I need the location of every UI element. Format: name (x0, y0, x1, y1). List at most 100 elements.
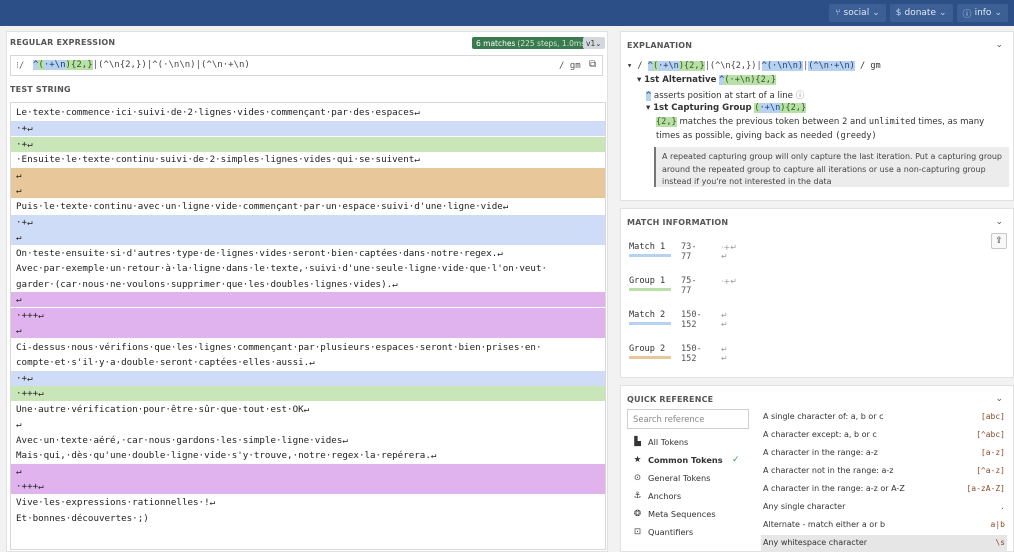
reference-category[interactable]: ⊙ General Tokens (633, 473, 711, 483)
reference-row[interactable]: Alternate - match either a or b a|b (761, 517, 1007, 535)
info-button[interactable]: ⓘ info ⌄ (956, 4, 1008, 22)
reference-row[interactable]: A character in the range: a-z or A-Z [a-z… (761, 481, 1007, 499)
test-string-line[interactable]: ↵ (11, 292, 605, 307)
test-string-line[interactable]: Le·texte·commence·ici·suivi·de·2·lignes·… (11, 105, 605, 120)
quick-reference-panel: QUICK REFERENCE ⌄ Search reference ▙ All … (620, 385, 1014, 552)
circle-dot-icon: ⊙ (633, 473, 642, 483)
test-string-line[interactable]: Avec·un·texte·aéré,·car·nous·gardons·les… (11, 433, 605, 448)
copy-icon[interactable]: ⧉ (589, 59, 601, 72)
test-string-line[interactable]: Vive·les·expressions·rationnelles·!↵ (11, 495, 605, 510)
match-range: 150-152 (681, 344, 702, 364)
regex-flags[interactable]: / gm (559, 61, 581, 71)
capturing-group-node[interactable]: ▾ 1st Capturing Group (·+\n){2,} (646, 103, 807, 113)
reference-category[interactable]: ⚓ Anchors (633, 491, 681, 501)
test-string-line[interactable]: Mais·qui,·dès·qu'une·double·ligne·vide·s… (11, 448, 605, 463)
test-string-line[interactable]: Ci-dessus·nous·vérifions·que·les·lignes·… (11, 340, 605, 355)
test-string-line[interactable]: ↵ (11, 417, 605, 432)
info-icon: ⓘ (962, 9, 972, 20)
meta-icon: ❂ (633, 509, 642, 519)
reference-row[interactable]: Any single character. (761, 499, 1007, 517)
reference-category-label: Quantifiers (648, 527, 694, 537)
test-string-line[interactable]: ·+↵ (11, 137, 605, 152)
chevron-down-icon: ⌄ (994, 8, 1002, 18)
test-string-line[interactable]: ↵ (11, 323, 605, 338)
alternative-node[interactable]: ▾ 1st Alternative ^(·+\n){2,} (637, 75, 777, 85)
chevron-down-icon: ⌄ (595, 38, 602, 48)
test-string-line[interactable]: garder·(car·nous·ne·voulons·supprimer·qu… (11, 277, 605, 292)
test-string-line[interactable]: ·+++↵ (11, 479, 605, 494)
test-string-line[interactable]: ↵ (11, 168, 605, 183)
test-string-line[interactable]: Une·autre·vérification·pour·être·sûr·que… (11, 402, 605, 417)
reference-row[interactable]: A single character of: a, b or c [abc] (761, 409, 1007, 427)
test-string-line[interactable]: ·+++↵ (11, 386, 605, 401)
chevron-down-icon: ⌄ (939, 8, 947, 18)
match-info-row[interactable]: Match 1 73-77 ·+↵ ↵ (629, 242, 737, 262)
test-string-input[interactable]: Le·texte·commence·ici·suivi·de·2·lignes·… (10, 102, 606, 550)
match-label: Group 2 (629, 344, 671, 359)
anchor-icon: ⚓ (633, 491, 642, 501)
reference-code: [a-z] (980, 448, 1005, 457)
explanation-token: ^(·\n\n) (761, 61, 804, 71)
reference-category[interactable]: ⊡ Quantifiers (633, 527, 693, 537)
match-label: Match 1 (629, 242, 671, 257)
test-string-line[interactable]: ·+↵ (11, 121, 605, 136)
search-reference-input[interactable]: Search reference (627, 409, 749, 429)
regex-delimiter: ⁝/ (16, 61, 25, 71)
reference-description: Alternate - match either a or b (763, 520, 886, 529)
top-buttons: ⑂ social ⌄ $ donate ⌄ ⓘ info ⌄ (829, 4, 1008, 22)
reference-category[interactable]: ❂ Meta Sequences (633, 509, 716, 519)
reference-code: . (1000, 502, 1005, 511)
regex-token: ^(·\n\n) (152, 60, 196, 70)
test-string-line[interactable]: Puis·le·texte·continu·avec·un·ligne·vide… (11, 199, 605, 214)
reference-row[interactable]: Any whitespace character \s (761, 535, 1007, 552)
test-string-line[interactable]: ↵ (11, 183, 605, 198)
branch-icon: ⑂ (835, 8, 841, 18)
donate-button[interactable]: $ donate ⌄ (889, 4, 953, 22)
chevron-down-icon: ⌄ (872, 8, 880, 18)
reference-row[interactable]: A character not in the range: a-z [^a-z] (761, 463, 1007, 481)
reference-row[interactable]: A character except: a, b or c [^abc] (761, 427, 1007, 445)
test-string-line[interactable]: ·+++↵ (11, 308, 605, 323)
reference-row[interactable]: A character in the range: a-z [a-z] (761, 445, 1007, 463)
help-icon[interactable]: ⓘ (796, 91, 805, 101)
test-string-line[interactable]: compte·et·s'il·y·a·double·seront·captées… (11, 355, 605, 370)
quantifier-icon: ⊡ (633, 527, 642, 537)
donate-label: donate (904, 8, 936, 18)
match-info-row[interactable]: Match 2 150-152 ↵ ↵ (629, 310, 728, 330)
chevron-down-icon[interactable]: ⌄ (995, 394, 1003, 404)
explanation-root[interactable]: ▾ / ^(·+\n){2,}|(^\n{2,})|^(·\n\n)|(^\n·… (627, 61, 881, 71)
test-string-line[interactable]: ·+↵ (11, 371, 605, 386)
explanation-token: (^\n{2,}) (709, 61, 757, 71)
reference-code: a|b (990, 520, 1005, 529)
chevron-down-icon[interactable]: ⌄ (995, 40, 1003, 50)
reference-description: Any single character (763, 502, 846, 511)
social-button[interactable]: ⑂ social ⌄ (829, 4, 886, 22)
reference-code: \s (995, 538, 1005, 547)
chevron-down-icon[interactable]: ⌄ (995, 217, 1003, 227)
match-content: ↵ ↵ (721, 345, 728, 363)
reference-category[interactable]: ▙ All Tokens (633, 437, 688, 447)
reference-description: A single character of: a, b or c (763, 412, 884, 421)
match-content: ·+↵ ↵ (721, 243, 737, 261)
test-string-line[interactable]: On·teste·ensuite·si·d'autres·type·de·lig… (11, 246, 605, 261)
social-label: social (843, 8, 870, 18)
test-string-line[interactable]: ↵ (11, 230, 605, 245)
regex-pattern[interactable]: ^(·+\n){2,}|(^\n{2,})|^(·\n\n)|(^\n·+\n) (33, 60, 250, 70)
quantifier-explanation: {2,} matches the previous token between … (656, 117, 985, 127)
dollar-icon: $ (895, 8, 902, 18)
test-string-line[interactable]: Avec·par·exemple·un·retour·à·la·ligne·da… (11, 261, 605, 276)
reference-description: A character except: a, b or c (763, 430, 877, 439)
match-info-row[interactable]: Group 1 75-77 ·+↵ (629, 276, 737, 296)
regex-input[interactable]: ⁝/ ^(·+\n){2,}|(^\n{2,})|^(·\n\n)|(^\n·+… (10, 55, 603, 76)
flavor-selector[interactable]: v1 ⌄ (583, 37, 605, 49)
test-string-line[interactable]: ↵ (11, 464, 605, 479)
explanation-root-pattern: ^(·+\n){2,}|(^\n{2,})|^(·\n\n)|(^\n·+\n) (647, 61, 855, 71)
test-string-line[interactable]: ·Ensuite·le·texte·continu·suivi·de·2·sim… (11, 152, 605, 167)
reference-category[interactable]: ★ Common Tokens (633, 455, 723, 465)
match-info-row[interactable]: Group 2 150-152 ↵ ↵ (629, 344, 728, 364)
reference-category-label: Meta Sequences (648, 509, 716, 519)
test-string-line[interactable]: ·+↵ (11, 215, 605, 230)
share-icon[interactable]: ⇪ (991, 233, 1007, 249)
test-string-line[interactable]: Et·bonnes·découvertes·;) (11, 511, 605, 526)
match-range: 73-77 (681, 242, 697, 262)
